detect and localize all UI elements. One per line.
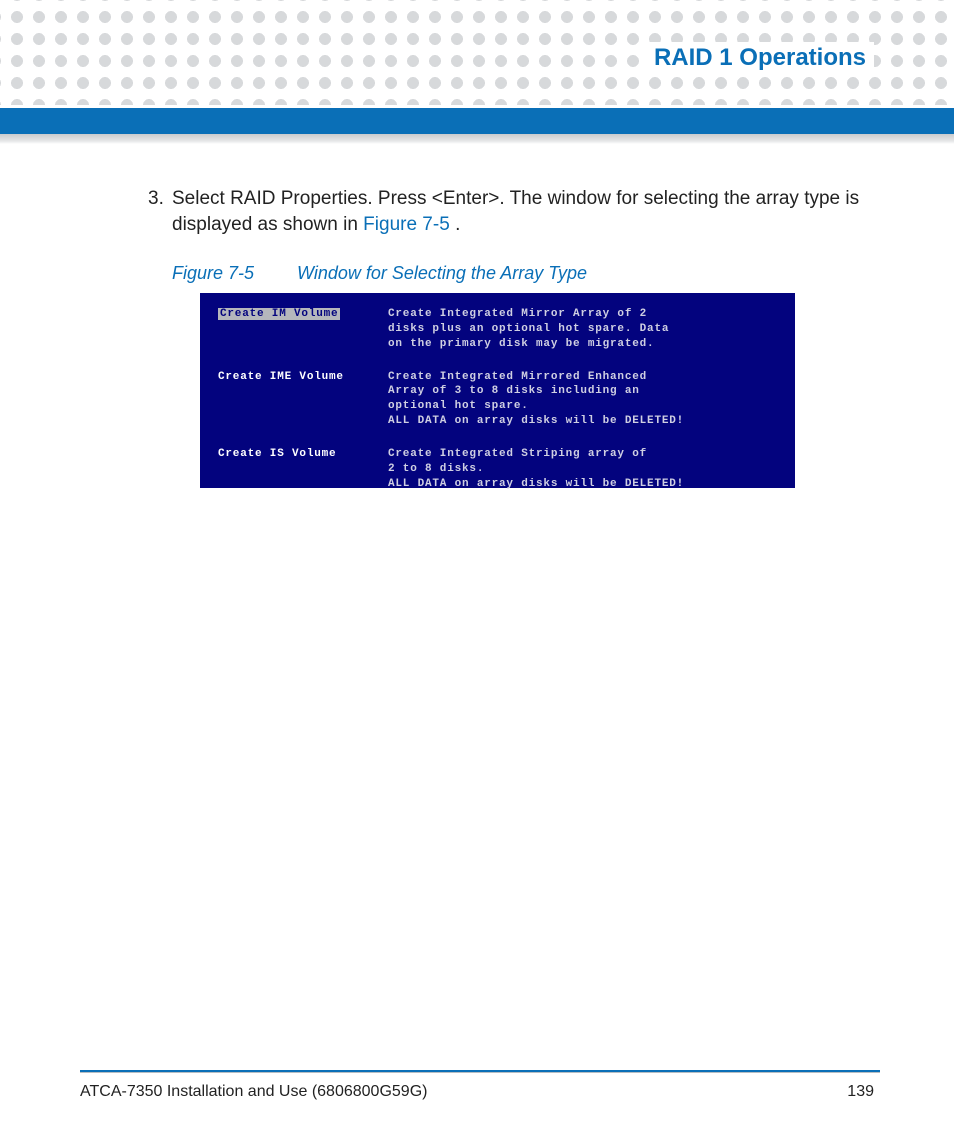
step-text-before: Select RAID Properties. Press <Enter>. T… bbox=[172, 188, 859, 235]
bios-option-is[interactable]: Create IS Volume Create Integrated Strip… bbox=[218, 447, 777, 492]
figure-title: Window for Selecting the Array Type bbox=[297, 263, 587, 283]
header-rule-grey bbox=[0, 134, 954, 144]
page: RAID 1 Operations 3. Select RAID Propert… bbox=[0, 0, 954, 1145]
figure-number: Figure 7-5 bbox=[172, 263, 292, 284]
step-text-after: . bbox=[455, 214, 460, 235]
step-3: 3. Select RAID Properties. Press <Enter>… bbox=[172, 186, 872, 237]
bios-option-is-label: Create IS Volume bbox=[218, 447, 388, 492]
footer-page-number: 139 bbox=[847, 1083, 874, 1101]
header-rule-blue bbox=[0, 108, 954, 134]
bios-option-ime-desc: Create Integrated Mirrored Enhanced Arra… bbox=[388, 370, 777, 429]
step-number: 3. bbox=[148, 186, 164, 212]
bios-option-im[interactable]: Create IM Volume Create Integrated Mirro… bbox=[218, 307, 777, 352]
bios-window: Create IM Volume Create Integrated Mirro… bbox=[200, 293, 795, 488]
section-title: RAID 1 Operations bbox=[646, 42, 874, 74]
bios-option-is-desc: Create Integrated Striping array of 2 to… bbox=[388, 447, 777, 492]
figure-caption: Figure 7-5 Window for Selecting the Arra… bbox=[172, 263, 587, 284]
bios-option-ime-label: Create IME Volume bbox=[218, 370, 388, 429]
figure-reference-link[interactable]: Figure 7-5 bbox=[363, 214, 450, 235]
bios-option-ime[interactable]: Create IME Volume Create Integrated Mirr… bbox=[218, 370, 777, 429]
footer-rule bbox=[80, 1070, 880, 1073]
bios-option-im-label: Create IM Volume bbox=[218, 307, 388, 352]
bios-option-im-desc: Create Integrated Mirror Array of 2 disk… bbox=[388, 307, 777, 352]
footer-doc-title: ATCA-7350 Installation and Use (6806800G… bbox=[80, 1083, 427, 1101]
